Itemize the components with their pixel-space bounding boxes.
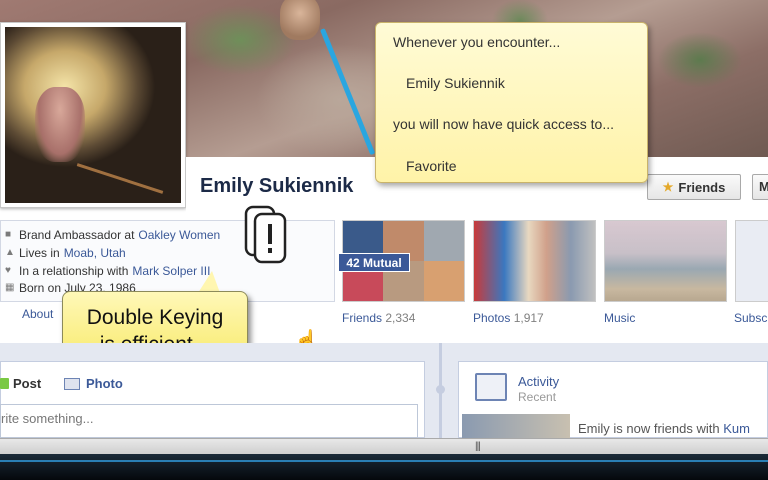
info-location-label: Lives in xyxy=(19,246,60,260)
friends-button[interactable]: ★ Friends xyxy=(647,174,741,200)
subscriptions-caption[interactable]: Subscr xyxy=(734,311,768,325)
taskbar-highlight xyxy=(0,460,768,462)
house-icon: ▲ xyxy=(5,247,15,258)
tab-photo-label: Photo xyxy=(86,376,123,391)
friends-button-label: Friends xyxy=(678,179,726,195)
about-link[interactable]: About xyxy=(22,307,53,321)
activity-thumbnail[interactable] xyxy=(462,414,570,438)
briefcase-icon: ■ xyxy=(5,229,12,240)
profile-picture[interactable] xyxy=(0,22,186,208)
tooltip-line-1: Whenever you encounter... xyxy=(393,34,561,50)
friends-count: 2,334 xyxy=(385,311,416,325)
tooltip-line-3: you will now have quick access to... xyxy=(393,116,614,132)
mutual-friends-badge[interactable]: 42 Mutual xyxy=(338,253,410,272)
friends-caption[interactable]: Friends 2,334 xyxy=(342,311,415,325)
employer-link[interactable]: Oakley Women xyxy=(138,228,220,242)
activity-icon xyxy=(475,373,507,401)
cover-climber xyxy=(280,0,320,40)
calendar-icon: ▦ xyxy=(5,282,15,293)
timeline-dot xyxy=(436,385,445,394)
music-thumbnail[interactable] xyxy=(604,220,727,302)
photos-count: 1,917 xyxy=(513,311,544,325)
heart-icon: ♥ xyxy=(5,265,11,276)
info-work-label: Brand Ambassador at xyxy=(19,228,135,242)
info-relationship-label: In a relationship with xyxy=(19,264,129,278)
more-button[interactable]: M xyxy=(752,174,768,200)
profile-picture-image xyxy=(5,27,181,203)
location-link[interactable]: Moab, Utah xyxy=(64,246,126,260)
activity-item: Emily is now friends with Kum xyxy=(578,421,750,436)
profile-name[interactable]: Emily Sukiennik xyxy=(200,175,353,198)
scroll-grip-icon[interactable]: ||| xyxy=(475,441,481,452)
photos-thumbnail[interactable] xyxy=(473,220,596,302)
star-icon: ★ xyxy=(662,180,674,194)
tab-post-label: Post xyxy=(13,376,42,391)
photos-caption-label: Photos xyxy=(473,311,511,325)
profile-picture-figure xyxy=(35,87,85,162)
photos-caption[interactable]: Photos 1,917 xyxy=(473,311,544,325)
activity-subtitle: Recent xyxy=(518,390,557,404)
info-location: ▲ Lives in Moab, Utah xyxy=(5,246,126,260)
callout-tail xyxy=(198,271,220,293)
friend-photo xyxy=(423,261,464,301)
activity-title[interactable]: Activity xyxy=(518,374,559,389)
friends-caption-label: Friends xyxy=(342,311,383,325)
taskbar xyxy=(0,454,768,480)
tooltip-line-4: Favorite xyxy=(406,158,457,174)
tab-photo[interactable]: Photo xyxy=(64,376,123,391)
activity-friend-link[interactable]: Kum xyxy=(723,421,750,436)
tab-post[interactable]: Post xyxy=(0,376,41,391)
status-input[interactable]: rite something... xyxy=(0,404,418,438)
tooltip-line-2: Emily Sukiennik xyxy=(406,75,505,91)
cover-rope xyxy=(320,28,376,156)
post-icon xyxy=(0,378,9,389)
activity-item-text: Emily is now friends with xyxy=(578,421,724,436)
profile-picture-rope xyxy=(76,163,164,194)
photo-icon xyxy=(64,377,80,390)
friend-photo xyxy=(423,221,464,261)
music-caption[interactable]: Music xyxy=(604,311,635,325)
info-tooltip: Whenever you encounter... Emily Sukienni… xyxy=(375,22,648,183)
callout-line-1: Double Keying xyxy=(86,306,224,329)
info-work: ■ Brand Ambassador at Oakley Women xyxy=(5,228,220,242)
horizontal-scrollbar[interactable] xyxy=(0,438,768,454)
info-relationship: ♥ In a relationship with Mark Solper III xyxy=(5,264,210,278)
subscriptions-thumbnail[interactable] xyxy=(735,220,768,302)
double-card-alert-icon xyxy=(243,204,289,264)
